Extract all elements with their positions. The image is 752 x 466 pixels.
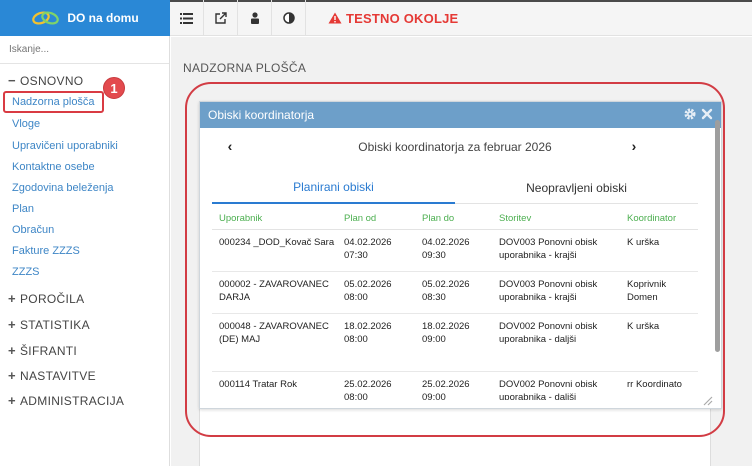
widget-title: Obiski koordinatorja <box>208 108 315 122</box>
sidebar-section-statistika[interactable]: + STATISTIKA <box>8 317 90 332</box>
menu-toggle-button[interactable] <box>170 0 204 36</box>
cell-service: DOV002 Ponovni obisk uporabnika - daljši <box>499 379 598 400</box>
external-link-icon <box>214 12 227 24</box>
cell-plan-from: 04.02.2026 07:30 <box>344 237 392 261</box>
cell-user: 000234 _DOD_Kovač Sara <box>219 237 335 248</box>
cell-user: 000114 Tratar Rok <box>219 379 297 390</box>
open-external-button[interactable] <box>204 0 238 36</box>
gear-icon[interactable] <box>683 107 697 121</box>
visits-table: Uporabnik Plan od Plan do Storitev Koord… <box>212 206 698 400</box>
page-title: NADZORNA PLOŠČA <box>183 61 307 75</box>
top-bar: DO na domu TESTNO OKOLJE <box>0 0 752 36</box>
expand-icon: + <box>8 343 16 358</box>
sidebar-item-zgodovina-belezenja[interactable]: Zgodovina beleženja <box>12 182 114 194</box>
section-label: POROČILA <box>20 291 85 306</box>
sidebar-item-kontaktne-osebe[interactable]: Kontaktne osebe <box>12 161 95 173</box>
contrast-icon <box>282 12 295 24</box>
cell-plan-to: 18.02.2026 09:00 <box>422 321 470 345</box>
table-row[interactable]: 000114 Tratar Rok 25.02.2026 08:00 25.02… <box>212 372 698 400</box>
cell-coordinator: Koprivnik Domen <box>627 279 667 303</box>
environment-text: TESTNO OKOLJE <box>346 10 459 26</box>
sidebar-section-nastavitve[interactable]: + NASTAVITVE <box>8 368 96 383</box>
cell-coordinator: rr Koordinato <box>627 379 682 390</box>
month-navigation: ‹ Obiski koordinatorja za februar 2026 › <box>200 138 710 158</box>
sidebar-item-fakture-zzzs[interactable]: Fakture ZZZS <box>12 245 80 257</box>
user-lock-icon <box>250 12 259 24</box>
cell-coordinator: K urška <box>627 321 660 332</box>
sidebar-item-zzzs[interactable]: ZZZS <box>12 266 40 278</box>
sidebar-search-input[interactable] <box>0 36 169 64</box>
expand-icon: + <box>8 317 16 332</box>
environment-label: TESTNO OKOLJE <box>328 0 458 36</box>
table-row[interactable]: 000234 _DOD_Kovač Sara 04.02.2026 07:30 … <box>212 230 698 272</box>
column-header-plan-od[interactable]: Plan od <box>344 213 414 224</box>
brand-name: DO na domu <box>67 11 139 25</box>
table-row[interactable]: 000048 - ZAVAROVANEC (DE) MAJ 18.02.2026… <box>212 314 698 372</box>
sidebar-item-upraviceni-uporabniki[interactable]: Upravičeni uporabniki <box>12 140 118 152</box>
cell-service: DOV003 Ponovni obisk uporabnika - krajši <box>499 237 598 261</box>
close-icon[interactable] <box>701 108 713 120</box>
section-label: ADMINISTRACIJA <box>20 393 125 408</box>
widget-tabs: Planirani obiski Neopravljeni obiski <box>212 172 698 204</box>
sidebar-section-sifranti[interactable]: + ŠIFRANTI <box>8 343 77 358</box>
cell-coordinator: K urška <box>627 237 660 248</box>
logo-icon <box>32 11 60 25</box>
column-header-storitev[interactable]: Storitev <box>499 213 619 224</box>
column-header-plan-do[interactable]: Plan do <box>422 213 492 224</box>
expand-icon: + <box>8 393 16 408</box>
sidebar: − OSNOVNO Nadzorna plošča Vloge Upraviče… <box>0 36 170 466</box>
cell-plan-from: 25.02.2026 08:00 <box>344 379 392 400</box>
tab-planirani-obiski[interactable]: Planirani obiski <box>212 172 455 204</box>
cell-user: 000048 - ZAVAROVANEC (DE) MAJ <box>219 321 329 345</box>
coordinator-visits-widget: Obiski koordinatorja ‹ Obiski koordinato… <box>199 101 722 409</box>
column-header-koordinator[interactable]: Koordinator <box>627 213 699 224</box>
list-icon <box>180 12 193 24</box>
section-label: ŠIFRANTI <box>20 343 78 358</box>
next-month-button[interactable]: › <box>626 138 642 154</box>
expand-icon: + <box>8 291 16 306</box>
column-header-uporabnik[interactable]: Uporabnik <box>219 213 337 224</box>
cell-plan-from: 05.02.2026 08:00 <box>344 279 392 303</box>
widget-scrollbar-thumb[interactable] <box>715 120 720 352</box>
resize-handle-icon[interactable] <box>703 396 713 406</box>
section-label: OSNOVNO <box>20 73 84 88</box>
sidebar-section-osnovno[interactable]: − OSNOVNO <box>8 73 83 88</box>
brand-logo[interactable]: DO na domu <box>0 0 170 36</box>
tab-neopravljeni-obiski[interactable]: Neopravljeni obiski <box>455 172 698 204</box>
table-header: Uporabnik Plan od Plan do Storitev Koord… <box>212 206 698 230</box>
cell-service: DOV002 Ponovni obisk uporabnika - daljši <box>499 321 598 345</box>
table-row[interactable]: 000002 - ZAVAROVANEC DARJA 05.02.2026 08… <box>212 272 698 314</box>
cell-service: DOV003 Ponovni obisk uporabnika - krajši <box>499 279 598 303</box>
contrast-toggle-button[interactable] <box>272 0 306 36</box>
section-label: STATISTIKA <box>20 317 90 332</box>
cell-user: 000002 - ZAVAROVANEC DARJA <box>219 279 329 303</box>
sidebar-section-porocila[interactable]: + POROČILA <box>8 291 84 306</box>
sidebar-section-administracija[interactable]: + ADMINISTRACIJA <box>8 393 124 408</box>
widget-header: Obiski koordinatorja <box>200 102 721 128</box>
section-label: NASTAVITVE <box>20 368 96 383</box>
sidebar-item-plan[interactable]: Plan <box>12 203 34 215</box>
warning-icon <box>328 12 342 24</box>
cell-plan-to: 25.02.2026 09:00 <box>422 379 470 400</box>
expand-icon: + <box>8 368 16 383</box>
cell-plan-to: 04.02.2026 09:30 <box>422 237 470 261</box>
sidebar-item-obracun[interactable]: Obračun <box>12 224 54 236</box>
sidebar-item-vloge[interactable]: Vloge <box>12 118 40 130</box>
annotation-highlight-box <box>3 91 104 113</box>
collapse-icon: − <box>8 73 16 88</box>
user-account-button[interactable] <box>238 0 272 36</box>
step-badge: 1 <box>103 77 125 99</box>
cell-plan-from: 18.02.2026 08:00 <box>344 321 392 345</box>
cell-plan-to: 05.02.2026 08:30 <box>422 279 470 303</box>
